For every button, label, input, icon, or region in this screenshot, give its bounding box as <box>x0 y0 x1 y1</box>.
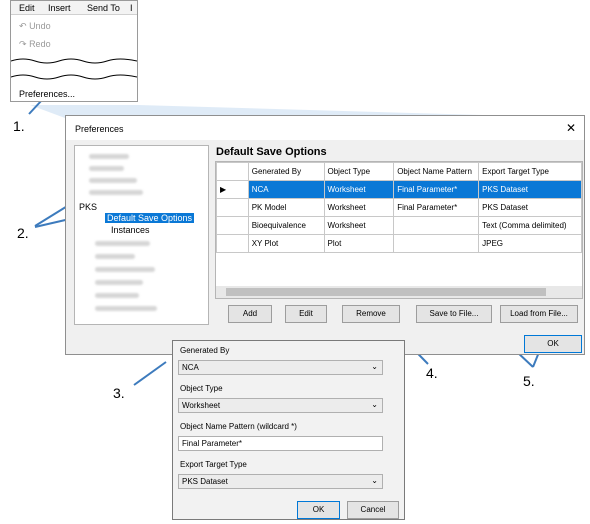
table-row[interactable]: XY Plot Plot JPEG <box>216 234 582 253</box>
chevron-down-icon: ⌄ <box>371 362 378 371</box>
dialog-title: Preferences <box>75 124 124 134</box>
table-row[interactable]: Bioequivalence Worksheet Text (Comma delim… <box>216 216 582 235</box>
dialog-titlebar: Preferences ✕ <box>66 116 584 140</box>
menu-tab-send-to[interactable]: Send To <box>87 3 120 13</box>
table-row[interactable]: PK Model Worksheet Final Parameter* PKS Dat… <box>216 198 582 217</box>
dialog-ok-button[interactable]: OK <box>524 335 582 353</box>
callout-1: 1. <box>13 118 25 134</box>
tree-node-default-save-options[interactable]: Default Save Options <box>105 213 195 223</box>
undo-item[interactable]: ↶ Undo <box>19 21 51 32</box>
object-type-select[interactable]: Worksheet ⌄ <box>178 398 383 413</box>
menu-break-lines <box>11 58 137 80</box>
generated-by-label: Generated By <box>180 346 230 355</box>
menu-tab-insert[interactable]: Insert <box>48 3 71 13</box>
save-options-table: Generated By Object Type Object Name Patte… <box>216 162 582 253</box>
scroll-thumb[interactable] <box>226 288 546 296</box>
chevron-down-icon: ⌄ <box>371 476 378 485</box>
pattern-label: Object Name Pattern (wildcard *) <box>180 422 297 431</box>
callout-2: 2. <box>17 225 29 241</box>
undo-icon: ↶ <box>19 21 27 31</box>
header-pattern[interactable]: Object Name Pattern <box>393 162 480 181</box>
horizontal-scrollbar[interactable] <box>216 286 582 298</box>
editor-ok-button[interactable]: OK <box>297 501 340 519</box>
generated-by-select[interactable]: NCA ⌄ <box>178 360 383 375</box>
tree-node-instances[interactable]: Instances <box>111 225 150 235</box>
export-label: Export Target Type <box>180 460 247 469</box>
tree-node-pks[interactable]: PKS <box>79 202 97 212</box>
edit-menu: Edit Insert Send To I ↶ Undo ↷ Redo Pref… <box>10 0 138 102</box>
load-from-file-button[interactable]: Load from File... <box>500 305 578 323</box>
callout-3: 3. <box>113 385 125 401</box>
editor-cancel-button[interactable]: Cancel <box>347 501 399 519</box>
header-generated-by[interactable]: Generated By <box>247 162 325 181</box>
remove-button[interactable]: Remove <box>342 305 400 323</box>
save-to-file-button[interactable]: Save to File... <box>416 305 492 323</box>
preferences-tree[interactable]: PKS Default Save Options Instances <box>74 145 209 325</box>
header-object-type[interactable]: Object Type <box>323 162 395 181</box>
redo-icon: ↷ <box>19 39 27 49</box>
header-export-target[interactable]: Export Target Type <box>478 162 582 181</box>
menu-tab-edit[interactable]: Edit <box>19 3 35 13</box>
close-icon[interactable]: ✕ <box>566 121 576 135</box>
object-type-label: Object Type <box>180 384 223 393</box>
callout-5: 5. <box>523 373 535 389</box>
preferences-item[interactable]: Preferences... <box>19 89 75 99</box>
chevron-down-icon: ⌄ <box>371 400 378 409</box>
save-option-editor: Generated By NCA ⌄ Object Type Worksheet ⌄… <box>172 340 405 520</box>
save-options-grid[interactable]: Generated By Object Type Object Name Patte… <box>215 161 583 299</box>
callout-4: 4. <box>426 365 438 381</box>
preferences-dialog: Preferences ✕ PKS Default Save Options I… <box>65 115 585 355</box>
menu-bar: Edit Insert Send To I <box>11 1 137 15</box>
section-title: Default Save Options <box>216 146 327 158</box>
pattern-input[interactable]: Final Parameter* <box>178 436 383 451</box>
redo-item[interactable]: ↷ Redo <box>19 39 51 50</box>
add-button[interactable]: Add <box>228 305 272 323</box>
export-target-select[interactable]: PKS Dataset ⌄ <box>178 474 383 489</box>
edit-button[interactable]: Edit <box>285 305 327 323</box>
menu-tab-next[interactable]: I <box>130 3 133 13</box>
table-row[interactable]: ▶ NCA Worksheet Final Parameter* PKS Dataset <box>216 180 582 199</box>
